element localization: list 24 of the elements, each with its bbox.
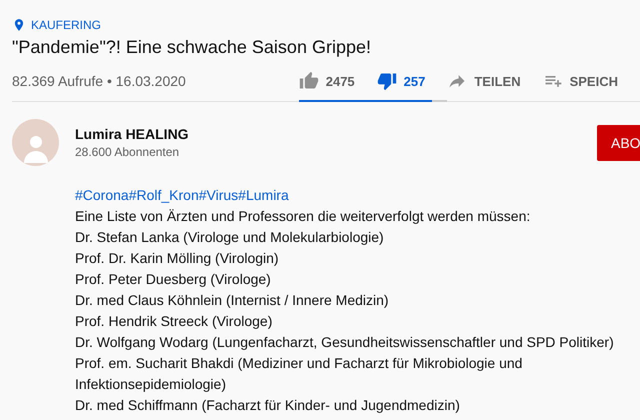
save-button[interactable]: SPEICH: [542, 71, 618, 91]
channel-name[interactable]: Lumira HEALING: [75, 126, 597, 142]
thumbs-down-icon: [376, 71, 397, 91]
subscriber-count: 28.600 Abonnenten: [75, 145, 180, 159]
subscribe-button[interactable]: ABO: [597, 124, 640, 160]
location-pin-icon: [12, 17, 26, 33]
view-count-date: 82.369 Aufrufe • 16.03.2020: [12, 73, 187, 89]
video-title: "Pandemie"?! Eine schwache Saison Grippe!: [12, 37, 372, 58]
description-line: Dr. med Schiffmann (Facharzt für Kinder- und Jugendmedizin): [75, 396, 461, 415]
description-line: Prof. Dr. Karin Mölling (Virologin): [75, 249, 280, 268]
share-button[interactable]: TEILEN: [447, 71, 521, 91]
description-line: Dr. med Claus Köhnlein (Internist / Innere Medizin): [75, 291, 390, 310]
description-line: Dr. Stefan Lanka (Virologe und Molekularbiologie): [75, 228, 385, 247]
hashtag-links[interactable]: #Corona#Rolf_Kron#Virus#Lumira: [75, 185, 635, 206]
dislike-button[interactable]: 257: [376, 71, 426, 91]
location-link[interactable]: KAUFERING: [31, 18, 102, 32]
thumbs-up-icon: [298, 71, 319, 91]
description-line: Dr. Wolfgang Wodarg (Lungenfacharzt, Gesundheitswissenschaftler und SPD Politiker): [75, 333, 615, 352]
description-line: Prof. Peter Duesberg (Virologe): [75, 270, 272, 289]
description-line: Prof. Hendrik Streeck (Virologe): [75, 312, 274, 331]
channel-avatar[interactable]: [12, 119, 59, 166]
description-line: Eine Liste von Ärzten und Professoren die weiterverfolgt werden müssen:: [75, 207, 532, 226]
description-line: Prof. em. Sucharit Bhakdi (Mediziner und Facharzt für Mikrobiologie und Infektionsepidemiologie): [75, 354, 524, 394]
like-button[interactable]: 2475: [298, 71, 355, 91]
